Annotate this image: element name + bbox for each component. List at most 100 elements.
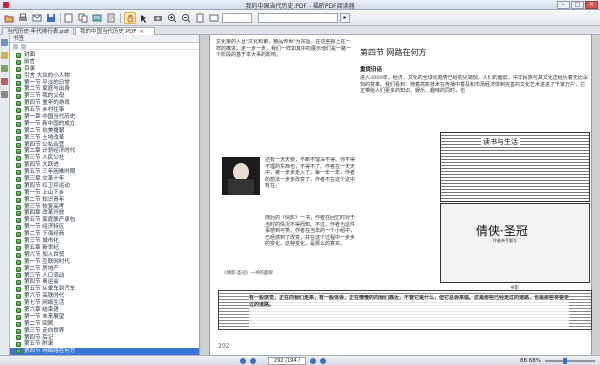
collapse-icon[interactable]: [21, 44, 26, 49]
window-controls: – □ ×: [557, 1, 598, 9]
attachments-panel-icon[interactable]: [1, 78, 8, 85]
bookmark-label: 第一章 中国当代历史: [24, 114, 76, 121]
bookmark-item[interactable]: 第六节 加入世贸: [10, 252, 199, 259]
bookmark-item[interactable]: 封面: [10, 52, 199, 59]
zoom-in-icon[interactable]: [166, 12, 178, 24]
fit-width-icon[interactable]: [208, 12, 220, 24]
bookmark-item[interactable]: 第一节 未来展望: [10, 314, 199, 321]
layers-panel-icon[interactable]: [1, 65, 8, 72]
first-page-button[interactable]: [240, 358, 246, 364]
bookmark-item[interactable]: 第五章 新世纪: [10, 245, 199, 252]
bookmark-panel-icon[interactable]: [1, 39, 8, 46]
bookmark-icon: [16, 101, 21, 107]
search-input[interactable]: [258, 13, 338, 23]
bookmark-label: 第二节 房地产: [24, 265, 59, 272]
bookmark-label: 第三节 走向世界: [24, 327, 65, 334]
bookmark-item[interactable]: 第二节 回顾: [10, 321, 199, 328]
bookmark-item[interactable]: 第二节 房地产: [10, 266, 199, 273]
bookmark-icon: [16, 114, 21, 120]
bottom-text: 有一股感觉，正在向我们走来，有一股体会，正在慢慢的向我们靠近，不管它是什么，但它…: [249, 295, 569, 327]
fit-page-icon[interactable]: [194, 12, 206, 24]
bookmark-item[interactable]: 前言: [10, 59, 199, 66]
bookmark-label: 前言: [24, 58, 36, 65]
thumbnail-panel-icon[interactable]: [1, 52, 8, 59]
previous-page-button[interactable]: [250, 358, 256, 364]
bottom-text-image: 有一股感觉，正在向我们走来，有一股体会，正在慢慢的向我们靠近，不管它是什么，但它…: [218, 290, 592, 330]
tab-document-1[interactable]: 当代历史·年代排行表.pdf: [2, 27, 74, 35]
tab-document-2[interactable]: 我的中国当代历史.PDF ×: [75, 27, 155, 35]
copy-icon[interactable]: [77, 12, 89, 24]
bookmark-panel: 书签 封面 前言 目录 引言 大众的小人物 第一节 平淡的日常 第二节 家庭与出身 第三节 …: [10, 35, 200, 355]
bookmark-label: 第二节 知识青年: [24, 196, 65, 203]
page-icon[interactable]: [105, 12, 117, 24]
bookmark-item[interactable]: 引言 大众的小人物: [10, 73, 199, 80]
email-icon[interactable]: [31, 12, 43, 24]
tab-bar: 当代历史·年代排行表.pdf 我的中国当代历史.PDF ×: [0, 26, 600, 35]
bookmark-item[interactable]: 第二节 抗美援朝: [10, 128, 199, 135]
first-page-icon[interactable]: [63, 12, 75, 24]
bookmark-item[interactable]: 第三节 走向世界: [10, 328, 199, 335]
zoom-slider-handle[interactable]: [563, 358, 567, 364]
bookmark-item[interactable]: 第一章 中国当代历史: [10, 114, 199, 121]
bookmark-item[interactable]: 第三章 文革十年: [10, 176, 199, 183]
print-icon[interactable]: [17, 12, 29, 24]
image-icon[interactable]: [91, 12, 103, 24]
page-number: 292: [218, 343, 230, 350]
bookmark-icon: [16, 238, 21, 244]
close-button[interactable]: ×: [585, 1, 598, 9]
bookmark-item[interactable]: 第三节 城市化: [10, 238, 199, 245]
expand-icon[interactable]: [13, 44, 18, 49]
bookmark-item[interactable]: 第二节 下海经商: [10, 231, 199, 238]
search-button[interactable]: ▸: [340, 13, 350, 23]
bookmark-item[interactable]: 第四节 红卫兵运动: [10, 183, 199, 190]
bookmark-label: 第一节 互联网时代: [24, 258, 70, 265]
bookmark-icon: [16, 183, 21, 189]
window-title: 我的中国当代历史.PDF - 福昕PDF阅读器: [245, 3, 355, 10]
bookmark-icon: [16, 149, 21, 155]
minimize-button[interactable]: –: [557, 1, 570, 9]
bookmark-item[interactable]: 第六章 结束语: [10, 307, 199, 314]
bookmark-icon: [16, 273, 21, 279]
bookmark-item[interactable]: 第一节 上山下乡: [10, 190, 199, 197]
last-page-button[interactable]: [320, 358, 326, 364]
maximize-button[interactable]: □: [571, 1, 584, 9]
bookmark-item[interactable]: 第四节 网络路在何方: [10, 348, 199, 355]
bookmark-icon: [16, 287, 21, 293]
comments-panel-icon[interactable]: [1, 91, 8, 98]
zoom-combo[interactable]: [222, 13, 252, 23]
bookmark-label: 第一节 上山下乡: [24, 189, 65, 196]
bookmark-icon: [16, 59, 21, 65]
bookmark-icon: [16, 218, 21, 224]
bookmark-icon: [16, 156, 21, 162]
bookmark-toolbar: [10, 43, 199, 50]
bookmark-item[interactable]: 第一节 互联网时代: [10, 259, 199, 266]
save-icon[interactable]: [45, 12, 57, 24]
bookmark-item[interactable]: 第一节 新中国的成立: [10, 121, 199, 128]
bookmark-item[interactable]: 第二节 知识青年: [10, 197, 199, 204]
document-view[interactable]: 文化量的人且"文化积聚，精品传世"为宗旨，在这些报上在一样的推进。走一步一步，我…: [201, 35, 600, 355]
next-page-button[interactable]: [310, 358, 316, 364]
hand-tool-icon[interactable]: [124, 12, 136, 24]
bookmark-icon: [16, 245, 21, 251]
bookmark-label: 第六章 结束语: [24, 306, 59, 313]
left-column-paragraph: 随后的《倩影》一书，作者在回忆时对于当时的情况不得而知。不过，作者为这件事感到可…: [265, 215, 356, 248]
bookmark-label: 目录: [24, 65, 36, 72]
bookmark-icon: [16, 121, 21, 127]
bookmark-item[interactable]: 第五节 三年困难时期: [10, 169, 199, 176]
select-text-icon[interactable]: [138, 12, 150, 24]
caption-left: 《倩影·圣冠》一书的面貌: [222, 271, 273, 276]
bookmark-icon: [16, 252, 21, 258]
bookmark-item[interactable]: 第七节 网络生活: [10, 300, 199, 307]
zoom-slider[interactable]: [545, 358, 595, 364]
zoom-out-icon[interactable]: [180, 12, 192, 24]
bookmark-item[interactable]: 第五节 乡村往事: [10, 107, 199, 114]
open-file-icon[interactable]: [3, 12, 15, 24]
body-paragraph: 进入2000年，经济、文化的全球化趋势已经初见端倪，人们的面前，中华民族与其文化…: [360, 75, 588, 95]
page-number-field[interactable]: 292 (194 / 199): [268, 357, 306, 365]
bookmark-icon: [16, 342, 21, 348]
bookmark-icon: [16, 80, 21, 86]
snapshot-icon[interactable]: [152, 12, 164, 24]
bookmark-item[interactable]: 目录: [10, 66, 199, 73]
poster-subtitle: 作者亲手题写: [493, 238, 517, 243]
bookmark-item[interactable]: 第三节 土地改革: [10, 135, 199, 142]
